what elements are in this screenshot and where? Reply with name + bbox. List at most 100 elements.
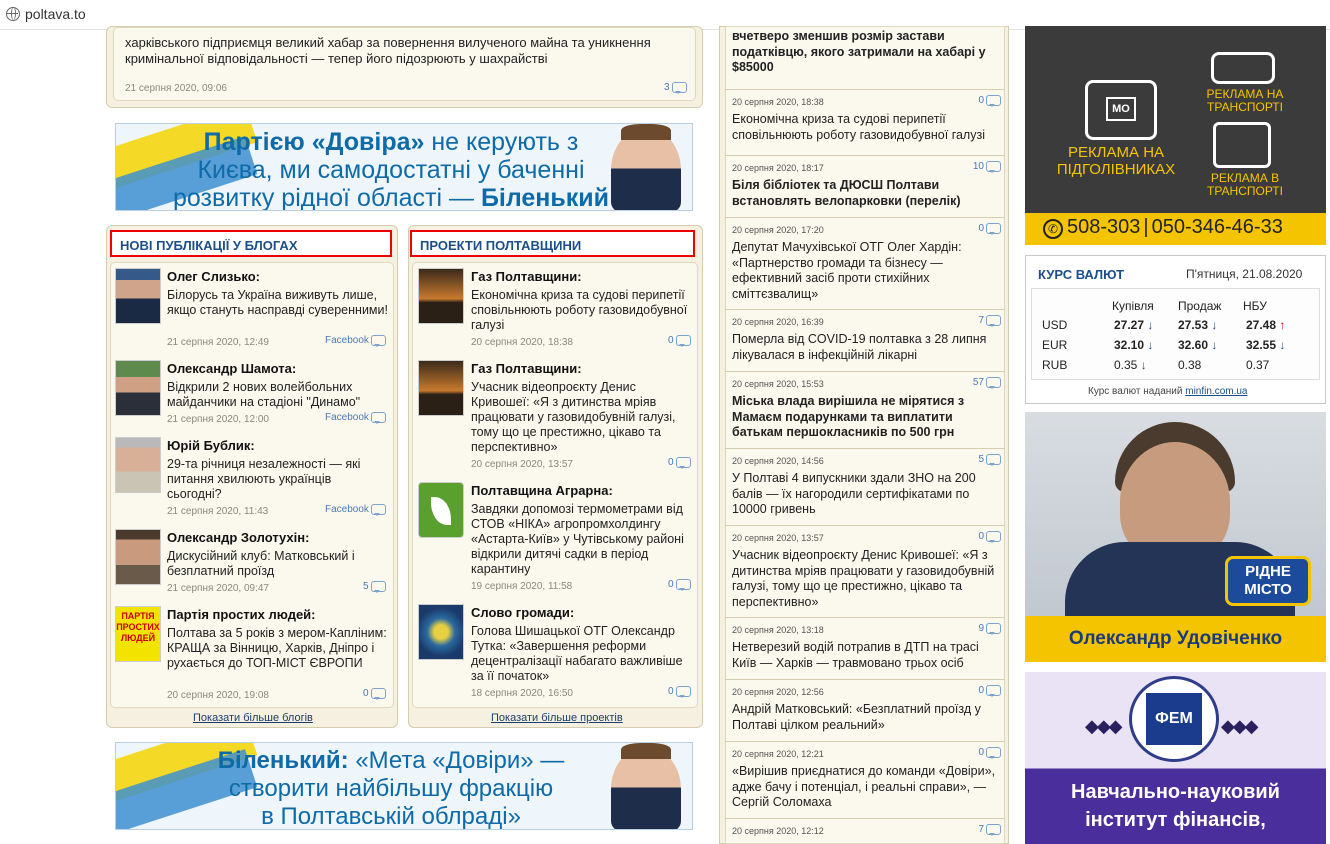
facebook-link[interactable]: Facebook <box>325 504 386 516</box>
feed-item[interactable]: 20 серпня 2020, 12:12 7 <box>725 818 1005 844</box>
currency-provided: Курс валют наданий minfin.com.ua <box>1088 386 1248 397</box>
comment-count[interactable]: 57 <box>973 377 1001 389</box>
more-blogs-link[interactable]: Показати більше блогів <box>193 712 313 724</box>
provider-link[interactable]: minfin.com.ua <box>1185 386 1247 397</box>
feed-headline[interactable]: У Полтаві 4 випускники здали ЗНО на 200 … <box>732 471 998 518</box>
feed-headline[interactable]: Економічна криза та судові перипетії спо… <box>732 112 998 143</box>
bus-icon <box>1211 52 1275 84</box>
comment-count[interactable]: 7 <box>978 315 1001 327</box>
blog-date: 21 серпня 2020, 12:00 <box>167 414 269 425</box>
phone-1[interactable]: 508-303 <box>1067 216 1140 238</box>
blog-text[interactable]: Білорусь та Україна виживуть лише, якщо … <box>167 288 392 318</box>
avatar <box>115 268 161 324</box>
gas-rig-photo <box>418 268 464 324</box>
feed-headline[interactable]: Померла від COVID-19 полтавка з 28 липня… <box>732 332 998 363</box>
blog-author[interactable]: Партія простих людей: <box>167 607 316 622</box>
blog-text[interactable]: 29-та річниця незалежності — які питання… <box>167 457 382 502</box>
rate-sell: 0.38 <box>1178 358 1202 372</box>
comment-count[interactable]: 0 <box>978 531 1001 543</box>
project-text[interactable]: Завдяки допомозі термометрами від СТОВ «… <box>471 502 696 577</box>
feed-date: 20 серпня 2020, 17:20 <box>732 225 824 235</box>
more-projects-link[interactable]: Показати більше проектів <box>491 712 623 724</box>
feed-item[interactable]: 20 серпня 2020, 14:56 5 У Полтаві 4 випуск… <box>725 448 1005 525</box>
blog-author[interactable]: Олег Слизько: <box>167 269 260 284</box>
feed-item[interactable]: 20 серпня 2020, 18:17 10 Біля бібліотек та… <box>725 155 1005 217</box>
feed-item[interactable]: 20 серпня 2020, 18:38 0 Економічна криза т… <box>725 89 1005 155</box>
projects-title[interactable]: ПРОЕКТИ ПОЛТАВЩИНИ <box>410 230 695 257</box>
comment-count[interactable]: 7 <box>978 824 1001 836</box>
institute-line1: Навчально-науковий <box>1071 781 1280 803</box>
project-text[interactable]: Учасник відеопроєкту Денис Кривошеї: «Я … <box>471 380 693 455</box>
feed-item[interactable]: 20 серпня 2020, 13:57 0 Учасник відеопроєк… <box>725 525 1005 617</box>
project-date: 18 серпня 2020, 16:50 <box>471 688 573 699</box>
comment-count[interactable]: 0 <box>978 685 1001 697</box>
feed-item[interactable]: 20 серпня 2020, 12:21 0 «Вирішив приєднати… <box>725 741 1005 818</box>
feed-date: 20 серпня 2020, 13:57 <box>732 533 824 543</box>
blog-author[interactable]: Юрій Бублик: <box>167 438 255 453</box>
rate-buy: 32.10 ↓ <box>1114 338 1154 352</box>
feed-headline[interactable]: Нетверезий водій потрапив в ДТП на трасі… <box>732 640 998 671</box>
comment-count[interactable]: 0 <box>668 335 691 347</box>
url-text[interactable]: poltava.to <box>25 6 86 22</box>
blogs-title[interactable]: НОВІ ПУБЛІКАЦІЇ У БЛОГАХ <box>110 230 392 257</box>
blog-date: 20 серпня 2020, 19:08 <box>167 690 269 701</box>
phone-2[interactable]: 050-346-46-33 <box>1152 216 1283 238</box>
feed-headline[interactable]: Учасник відеопроєкту Денис Кривошеї: «Я … <box>732 548 998 610</box>
comment-count[interactable]: 0 <box>668 457 691 469</box>
top-article-text[interactable]: харківського підприємця великий хабар за… <box>125 35 685 66</box>
currency-date: П'ятниця, 21.08.2020 <box>1186 267 1303 281</box>
feed-headline[interactable]: Андрій Матковський: «Безплатний проїзд у… <box>732 702 998 733</box>
feed-headline[interactable]: Біля бібліотек та ДЮСШ Полтави встановля… <box>732 178 998 209</box>
col-buy: Купівля <box>1112 299 1154 313</box>
phone-icon: ✆ <box>1043 219 1063 239</box>
feed-headline[interactable]: Міська влада вирішила не мірятися з Мама… <box>732 394 998 441</box>
project-author[interactable]: Газ Полтавщини: <box>471 361 582 376</box>
comment-count[interactable]: 10 <box>973 161 1001 173</box>
top-article-box: харківського підприємця великий хабар за… <box>106 26 703 108</box>
project-author[interactable]: Газ Полтавщини: <box>471 269 582 284</box>
avatar <box>115 360 161 416</box>
comment-count[interactable]: 0 <box>363 688 386 700</box>
feed-item[interactable]: 20 серпня 2020, 15:53 57 Міська влада вирі… <box>725 371 1005 448</box>
rate-nbu: 32.55 ↓ <box>1246 338 1286 352</box>
rate-nbu: 27.48 ↑ <box>1246 318 1286 332</box>
project-author[interactable]: Полтавщина Аграрна: <box>471 483 613 498</box>
project-text[interactable]: Економічна криза та судові перипетії спо… <box>471 288 693 333</box>
blog-author[interactable]: Олександр Шамота: <box>167 361 296 376</box>
feed-item[interactable]: 20 серпня 2020, 12:56 0 Андрій Матковський… <box>725 679 1005 741</box>
feed-item[interactable]: 20 серпня 2020, 13:18 9 Нетверезий водій п… <box>725 617 1005 679</box>
map-icon <box>418 604 464 660</box>
comment-count[interactable]: 0 <box>978 747 1001 759</box>
blog-text[interactable]: Відкрили 2 нових волейбольних майданчики… <box>167 380 392 410</box>
feed-item[interactable]: 20 серпня 2020, 17:20 0 Депутат Мачухівськ… <box>725 217 1005 309</box>
comment-count[interactable]: 0 <box>978 223 1001 235</box>
dovira-banner-top[interactable]: Партією «Довіра» не керують з Києва, ми … <box>115 123 693 211</box>
comment-count[interactable]: 5 <box>978 454 1001 466</box>
dovira-banner-bottom[interactable]: Біленький: «Мета «Довіри» — створити най… <box>115 742 693 830</box>
udovichenko-ad[interactable]: РІДНЕ МІСТО Олександр Удовіченко <box>1025 412 1326 662</box>
feed-top-text[interactable]: вчетверо зменшив розмір застави податків… <box>732 29 1000 76</box>
headrest-icon: МО <box>1085 80 1157 140</box>
feed-item[interactable]: 20 серпня 2020, 16:39 7 Померла від COVID-… <box>725 309 1005 371</box>
top-article-comments[interactable]: 3 <box>664 82 687 94</box>
comment-count[interactable]: 0 <box>668 579 691 591</box>
comment-count[interactable]: 9 <box>978 623 1001 635</box>
rate-nbu: 0.37 <box>1246 358 1270 372</box>
comment-icon <box>986 454 1001 466</box>
feed-headline[interactable]: «Вирішив приєднатися до команди «Довіри»… <box>732 764 998 811</box>
facebook-link[interactable]: Facebook <box>325 335 386 347</box>
institute-ad[interactable]: ФЕМ ◆◆◆ ◆◆◆ Навчально-науковий інститут … <box>1025 672 1326 844</box>
facebook-link[interactable]: Facebook <box>325 412 386 424</box>
transport-ad[interactable]: МО РЕКЛАМА НА ПІДГОЛІВНИКАХ РЕКЛАМА НА Т… <box>1025 26 1326 245</box>
comment-icon <box>986 95 1001 107</box>
project-author[interactable]: Слово громади: <box>471 605 574 620</box>
comment-count[interactable]: 0 <box>978 95 1001 107</box>
blog-author[interactable]: Олександр Золотухін: <box>167 530 309 545</box>
project-text[interactable]: Голова Шишацької ОТГ Олександр Тутка: «З… <box>471 624 696 684</box>
comment-count[interactable]: 5 <box>363 581 386 593</box>
blog-text[interactable]: Дискусійний клуб: Матковський і безплатн… <box>167 549 382 579</box>
feed-headline[interactable]: Депутат Мачухівської ОТГ Олег Хардін: «П… <box>732 240 998 302</box>
comment-count[interactable]: 0 <box>668 686 691 698</box>
comment-icon <box>675 335 691 347</box>
blog-text[interactable]: Полтава за 5 років з мером-Капліним: КРА… <box>167 626 389 671</box>
